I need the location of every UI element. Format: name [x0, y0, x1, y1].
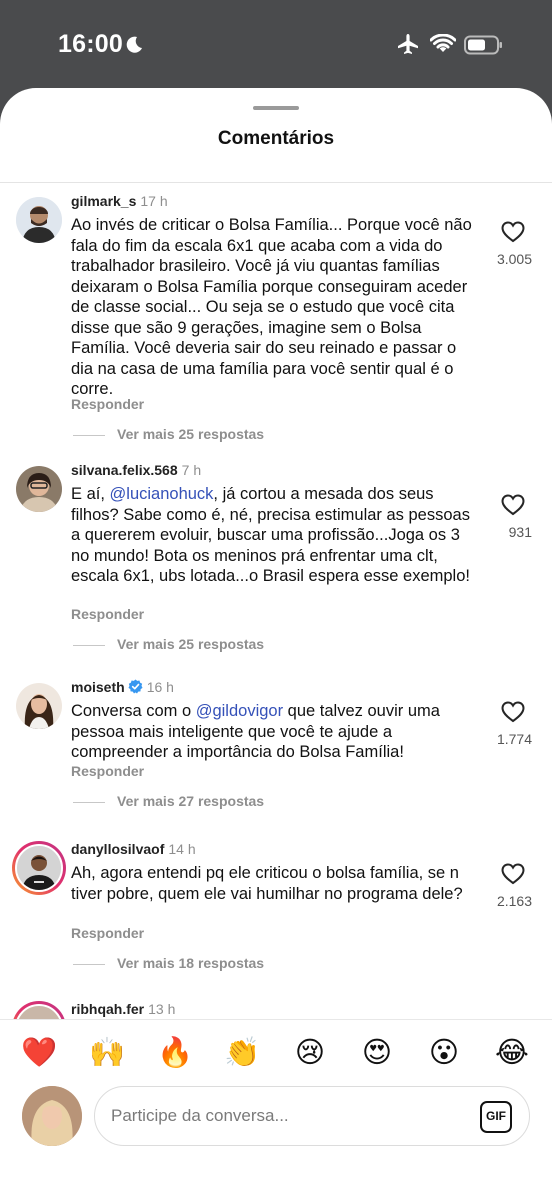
reply-button[interactable]: Responder: [71, 606, 144, 622]
comment-header: gilmark_s 17 h: [71, 193, 168, 209]
comment-time: 13 h: [148, 1001, 176, 1017]
heart-icon[interactable]: [500, 492, 526, 518]
comment-username[interactable]: ribhqah.fer: [71, 1001, 144, 1017]
view-replies-label: Ver mais 25 respostas: [117, 426, 265, 442]
status-bar: 16:00: [0, 0, 552, 88]
avatar: [15, 844, 63, 892]
wifi-icon: [429, 33, 457, 59]
comment-text: Ah, agora entendi pq ele criticou o bols…: [71, 864, 463, 903]
airplane-icon: [396, 33, 420, 60]
comment-header: ribhqah.fer 13 h: [71, 1001, 175, 1017]
comment-text: Conversa com o @gildovigor que talvez ou…: [71, 701, 481, 763]
view-replies-label: Ver mais 18 respostas: [117, 955, 265, 971]
comment-item: moiseth 16 h Conversa com o @gildovigor q…: [0, 673, 552, 833]
heart-icon[interactable]: [500, 219, 526, 245]
emoji-reaction-bar: ❤️ 🙌 🔥 👏 😢 😍 😮 😂: [0, 1028, 552, 1078]
emoji-surprised-button[interactable]: 😮: [426, 1034, 462, 1070]
comment-composer: GIF: [94, 1086, 530, 1146]
avatar[interactable]: [16, 683, 62, 729]
comment-item: danyllosilvaof 14 h Ah, agora entendi pq …: [0, 835, 552, 995]
comment-time: 7 h: [181, 462, 202, 478]
comment-item: ribhqah.fer 13 h: [0, 995, 552, 1019]
avatar-story-ring[interactable]: [12, 841, 66, 895]
comment-username[interactable]: moiseth: [71, 679, 125, 695]
comment-username[interactable]: danyllosilvaof: [71, 841, 164, 857]
emoji-clapping-button[interactable]: 👏: [224, 1034, 260, 1070]
divider: [73, 801, 105, 803]
emoji-crying-button[interactable]: 😢: [292, 1034, 328, 1070]
reply-button[interactable]: Responder: [71, 396, 144, 412]
like-count: 931: [508, 524, 532, 540]
comment-text: Ao invés de criticar o Bolsa Família... …: [71, 216, 472, 398]
comment-item: gilmark_s 17 h Ao invés de criticar o Bol…: [0, 183, 552, 453]
divider: [73, 434, 105, 436]
mention-link[interactable]: @lucianohuck: [110, 485, 214, 503]
view-replies-button[interactable]: Ver mais 18 respostas: [73, 955, 264, 971]
comment-username[interactable]: silvana.felix.568: [71, 462, 178, 478]
like-count: 2.163: [496, 893, 532, 909]
comments-sheet: Comentários gilmark_s 17 h Ao invés de cr…: [0, 88, 552, 1200]
avatar-story-ring[interactable]: [12, 1001, 66, 1019]
like-count: 1.774: [496, 731, 532, 747]
heart-icon[interactable]: [500, 699, 526, 725]
comment-time: 16 h: [146, 679, 174, 695]
gif-button[interactable]: GIF: [480, 1101, 512, 1133]
comment-text: E aí, @lucianohuck, já cortou a mesada d…: [71, 484, 481, 587]
comment-text-part: E aí,: [71, 485, 110, 503]
divider: [73, 644, 105, 646]
battery-icon: [464, 35, 504, 60]
heart-icon[interactable]: [500, 861, 526, 887]
comment-header: silvana.felix.568 7 h: [71, 462, 201, 478]
comment-time: 14 h: [168, 841, 196, 857]
current-user-avatar: [22, 1086, 82, 1146]
avatar[interactable]: [16, 466, 62, 512]
comment-list[interactable]: gilmark_s 17 h Ao invés de criticar o Bol…: [0, 183, 552, 1019]
comment-username[interactable]: gilmark_s: [71, 193, 136, 209]
view-replies-label: Ver mais 25 respostas: [117, 636, 265, 652]
emoji-fire-button[interactable]: 🔥: [157, 1034, 193, 1070]
emoji-heart-eyes-button[interactable]: 😍: [359, 1034, 395, 1070]
divider: [73, 963, 105, 965]
comment-item: silvana.felix.568 7 h E aí, @lucianohuck,…: [0, 456, 552, 671]
view-replies-button[interactable]: Ver mais 25 respostas: [73, 426, 264, 442]
reply-button[interactable]: Responder: [71, 925, 144, 941]
emoji-heart-button[interactable]: ❤️: [21, 1034, 57, 1070]
verified-badge-icon: [128, 679, 143, 694]
sheet-grabber[interactable]: [253, 106, 299, 110]
comment-text-part: Conversa com o: [71, 702, 196, 720]
comment-header: danyllosilvaof 14 h: [71, 841, 196, 857]
emoji-raised-hands-button[interactable]: 🙌: [89, 1034, 125, 1070]
comment-header: moiseth 16 h: [71, 679, 174, 695]
view-replies-label: Ver mais 27 respostas: [117, 793, 265, 809]
view-replies-button[interactable]: Ver mais 25 respostas: [73, 636, 264, 652]
comment-time: 17 h: [140, 193, 168, 209]
comment-input[interactable]: [111, 1101, 451, 1131]
moon-icon: [124, 35, 144, 60]
avatar: [15, 1004, 63, 1019]
avatar[interactable]: [16, 197, 62, 243]
view-replies-button[interactable]: Ver mais 27 respostas: [73, 793, 264, 809]
status-time: 16:00: [58, 30, 123, 58]
emoji-laughing-button[interactable]: 😂: [494, 1034, 530, 1070]
mention-link[interactable]: @gildovigor: [196, 702, 283, 720]
reply-button[interactable]: Responder: [71, 763, 144, 779]
sheet-title: Comentários: [217, 128, 335, 149]
divider: [0, 1019, 552, 1020]
like-count: 3.005: [496, 251, 532, 267]
